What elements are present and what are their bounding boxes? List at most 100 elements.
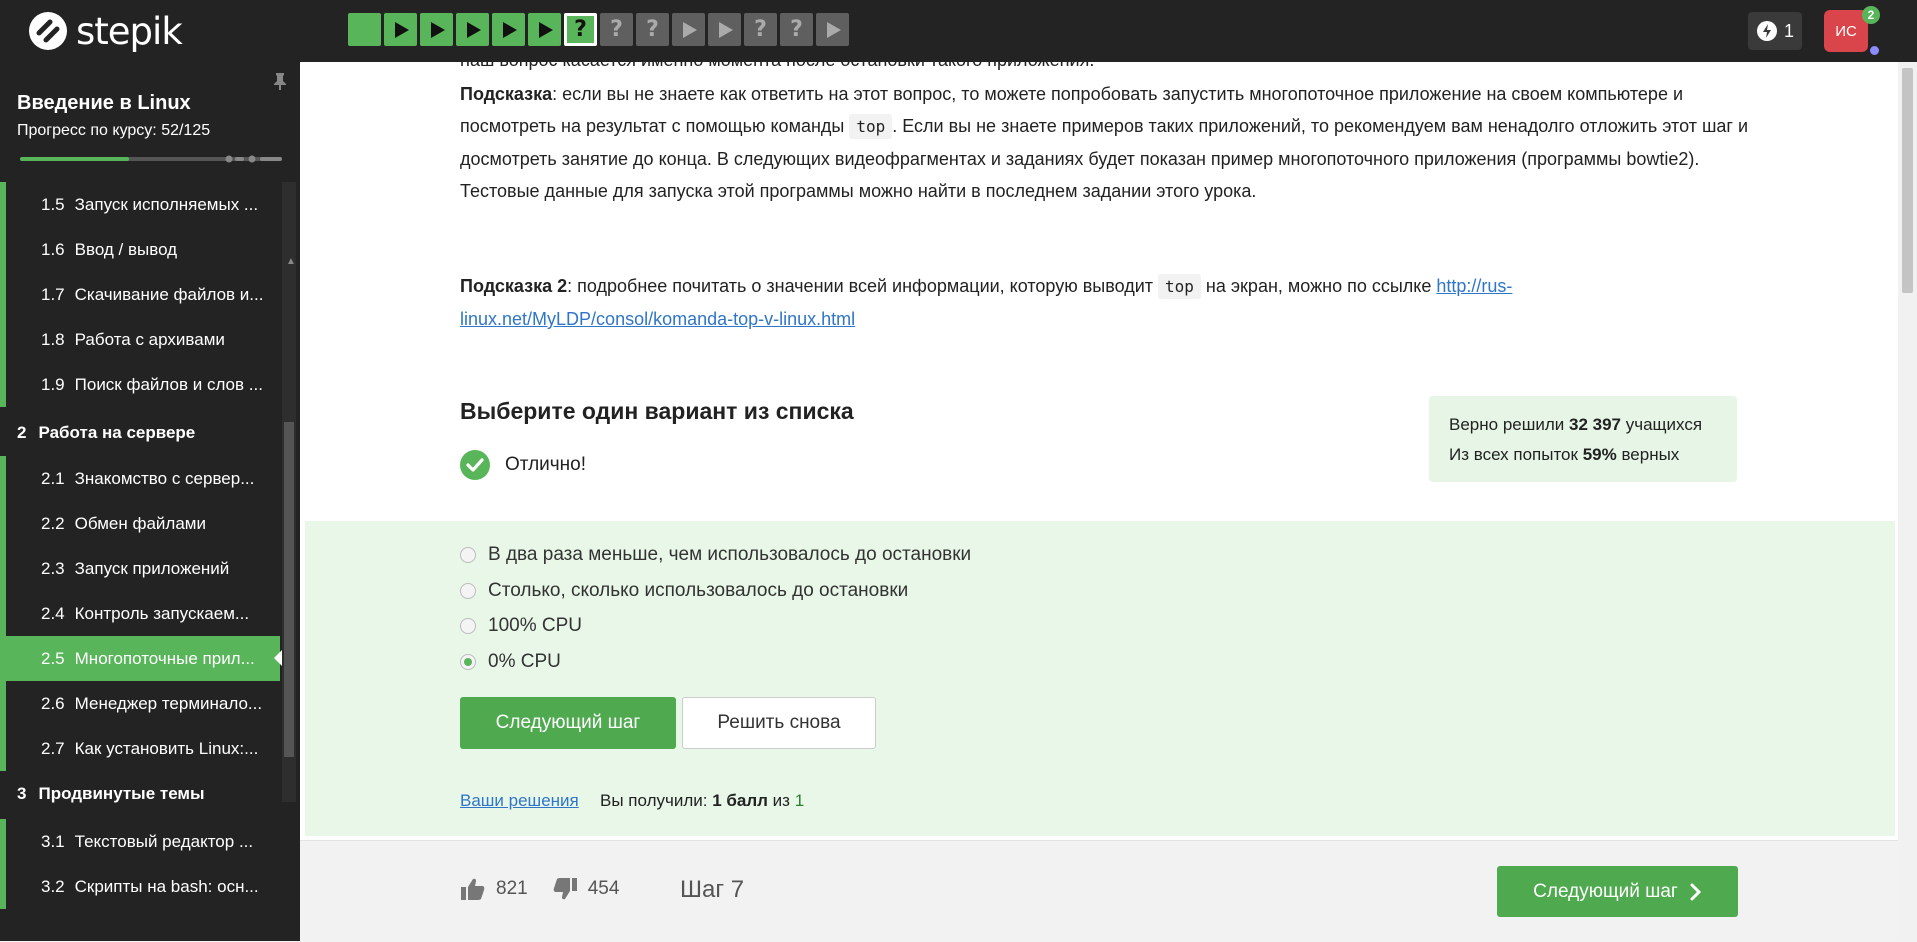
course-title[interactable]: Введение в Linux: [17, 92, 191, 115]
hint-2-code: top: [1158, 274, 1201, 299]
option-label: 0% CPU: [488, 651, 561, 672]
lesson-step-8[interactable]: ?: [600, 13, 633, 46]
radio-button[interactable]: [460, 547, 476, 563]
score-max: 1: [794, 791, 805, 810]
lesson-step-13[interactable]: ?: [780, 13, 813, 46]
lesson-step-7[interactable]: ?: [564, 13, 597, 46]
option-4[interactable]: 0% CPU: [460, 651, 561, 673]
toc-item-label: Работа с архивами: [74, 329, 225, 349]
option-label: Столько, сколько использовалось до остан…: [488, 580, 909, 601]
toc-lesson[interactable]: 3.2 Скрипты на bash: осн...: [0, 864, 280, 909]
radio-button[interactable]: [460, 618, 476, 634]
stats-attempts-suffix: верных: [1616, 445, 1680, 464]
thumbs-up-icon[interactable]: [460, 877, 486, 901]
active-lesson-pointer: [274, 646, 282, 670]
your-solutions-link[interactable]: Ваши решения: [460, 791, 579, 811]
toc-item-label: Текстовый редактор ...: [74, 831, 254, 851]
toc-item-label: Запуск исполняемых ...: [74, 194, 259, 214]
top-bar: stepik ????? 1 ИС 2: [0, 0, 1917, 62]
lesson-step-10[interactable]: [672, 13, 705, 46]
toc-item-number: 1.7: [41, 284, 65, 304]
lesson-step-4[interactable]: [456, 13, 489, 46]
lesson-step-12[interactable]: ?: [744, 13, 777, 46]
stepik-logo-icon: [29, 12, 67, 50]
sidebar-scrollbar[interactable]: ▲: [282, 182, 296, 802]
table-of-contents: 1.5 Запуск исполняемых ... 1.6 Ввод / вывод…: [0, 182, 282, 942]
progress-fill: [20, 157, 129, 161]
option-3[interactable]: 100% CPU: [460, 615, 582, 637]
correct-text: Отлично!: [505, 454, 587, 475]
lesson-step-2[interactable]: [384, 13, 417, 46]
quiz-answer-area: [305, 521, 1895, 836]
toc-item-number: 2.4: [41, 603, 65, 623]
toc-item-number: 2.6: [41, 693, 65, 713]
scroll-up-icon[interactable]: ▲: [286, 256, 296, 267]
toc-item-label: Запуск приложений: [74, 558, 230, 578]
score-prefix: Вы получили:: [600, 791, 713, 810]
next-step-button[interactable]: Следующий шаг: [460, 697, 676, 749]
energy-count: 1: [1783, 20, 1794, 41]
toc-item-label: Продвинутые темы: [38, 783, 205, 803]
stepik-logo[interactable]: stepik: [28, 10, 183, 53]
toc-item-number: 3.1: [41, 831, 65, 851]
lesson-step-1[interactable]: [348, 13, 381, 46]
page-scrollbar[interactable]: [1898, 62, 1917, 941]
lesson-step-3[interactable]: [420, 13, 453, 46]
toc-item-label: Обмен файлами: [74, 513, 206, 533]
progress-markers: [225, 155, 282, 163]
page-scrollbar-thumb[interactable]: [1902, 68, 1913, 293]
lesson-step-6[interactable]: [528, 13, 561, 46]
stats-attempts-percent: 59%: [1582, 445, 1617, 464]
stats-attempts: Из всех попыток 59% верных: [1449, 440, 1717, 470]
retry-button[interactable]: Решить снова: [682, 697, 876, 749]
lesson-step-14[interactable]: [816, 13, 849, 46]
checkmark-icon: [460, 450, 490, 480]
toc-item-number: 1.6: [41, 239, 65, 259]
course-progress: Прогресс по курсу: 52/125: [17, 122, 210, 140]
toc-lesson[interactable]: 3.1 Текстовый редактор ...: [0, 819, 280, 864]
toc-lesson[interactable]: 2.1 Знакомство с сервер...: [0, 456, 280, 501]
footer-next-step-button[interactable]: Следующий шаг: [1497, 866, 1738, 917]
avatar-initials: ИС: [1835, 22, 1857, 40]
sidebar-scrollbar-thumb[interactable]: [284, 422, 294, 757]
pin-icon[interactable]: [273, 72, 287, 95]
toc-lesson[interactable]: 2.3 Запуск приложений: [0, 546, 280, 591]
toc-item-number: 3: [17, 783, 27, 803]
lesson-step-5[interactable]: [492, 13, 525, 46]
lesson-step-11[interactable]: [708, 13, 741, 46]
notification-badge[interactable]: 2: [1862, 6, 1880, 24]
toc-lesson[interactable]: 2.4 Контроль запускаем...: [0, 591, 280, 636]
option-2[interactable]: Столько, сколько использовалось до остан…: [460, 580, 908, 602]
option-1[interactable]: В два раза меньше, чем использовалось до…: [460, 544, 971, 566]
toc-lesson[interactable]: 1.7 Скачивание файлов и...: [0, 272, 280, 317]
hint-2: Подсказка 2: подробнее почитать о значен…: [460, 270, 1750, 335]
toc-lesson[interactable]: 1.6 Ввод / вывод: [0, 227, 280, 272]
option-label: В два раза меньше, чем использовалось до…: [488, 544, 972, 565]
energy-counter[interactable]: 1: [1748, 12, 1802, 50]
lesson-step-9[interactable]: ?: [636, 13, 669, 46]
toc-lesson[interactable]: 1.9 Поиск файлов и слов ...: [0, 362, 280, 407]
toc-lesson[interactable]: 2.6 Менеджер терминало...: [0, 681, 280, 726]
reactions: 821 454: [460, 877, 619, 901]
toc-lesson[interactable]: 1.5 Запуск исполняемых ...: [0, 182, 280, 227]
correct-feedback: Отлично!: [460, 450, 586, 480]
radio-button[interactable]: [460, 583, 476, 599]
toc-section[interactable]: 2 Работа на сервере: [0, 410, 280, 455]
score-points: 1 балл: [712, 791, 768, 810]
toc-lesson[interactable]: 1.8 Работа с архивами: [0, 317, 280, 362]
toc-lesson[interactable]: 2.7 Как установить Linux:...: [0, 726, 280, 771]
toc-item-label: Ввод / вывод: [74, 239, 178, 259]
score-text: Вы получили: 1 балл из 1: [600, 791, 804, 811]
toc-lesson[interactable]: 2.5 Многопоточные прил...: [0, 636, 282, 681]
progress-value: 52/125: [161, 122, 211, 139]
step-label: Шаг 7: [680, 876, 745, 903]
toc-item-number: 2.2: [41, 513, 65, 533]
toc-item-label: Контроль запускаем...: [74, 603, 250, 623]
toc-lesson[interactable]: 2.2 Обмен файлами: [0, 501, 280, 546]
thumbs-down-icon[interactable]: [552, 877, 578, 901]
radio-button-selected[interactable]: [460, 654, 476, 670]
footer-next-label: Следующий шаг: [1533, 880, 1678, 902]
hint-1-code: top: [849, 114, 893, 139]
stats-solvers: Верно решили 32 397 учащихся: [1449, 410, 1717, 440]
toc-section[interactable]: 3 Продвинутые темы: [0, 771, 280, 816]
